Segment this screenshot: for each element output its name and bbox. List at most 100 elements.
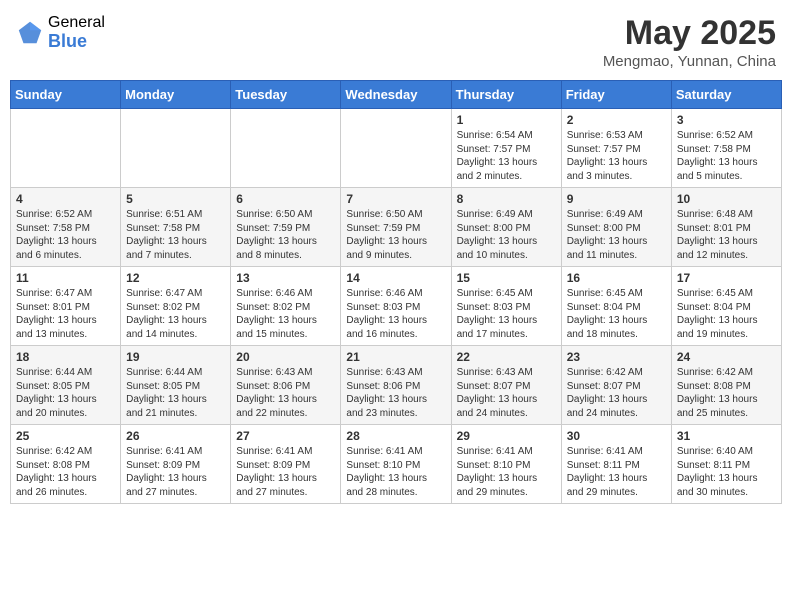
calendar-table: SundayMondayTuesdayWednesdayThursdayFrid…	[10, 80, 782, 504]
day-info: Sunrise: 6:44 AM Sunset: 8:05 PM Dayligh…	[16, 366, 115, 420]
weekday-header-friday: Friday	[561, 81, 671, 109]
day-info: Sunrise: 6:47 AM Sunset: 8:01 PM Dayligh…	[16, 287, 115, 341]
calendar-cell: 4 Sunrise: 6:52 AM Sunset: 7:58 PM Daylig…	[11, 188, 121, 267]
day-number: 7	[346, 192, 445, 206]
day-number: 1	[457, 113, 556, 127]
calendar-cell: 2 Sunrise: 6:53 AM Sunset: 7:57 PM Daylig…	[561, 109, 671, 188]
day-number: 25	[16, 429, 115, 443]
calendar-cell: 13 Sunrise: 6:46 AM Sunset: 8:02 PM Dayli…	[231, 267, 341, 346]
day-number: 24	[677, 350, 776, 364]
calendar-cell: 29 Sunrise: 6:41 AM Sunset: 8:10 PM Dayli…	[451, 425, 561, 504]
calendar-cell: 19Sunrise: 6:44 AM Sunset: 8:05 PM Dayli…	[121, 346, 231, 425]
day-number: 2	[567, 113, 666, 127]
week-row-2: 4 Sunrise: 6:52 AM Sunset: 7:58 PM Daylig…	[11, 188, 782, 267]
day-info: Sunrise: 6:52 AM Sunset: 7:58 PM Dayligh…	[677, 129, 776, 183]
day-number: 10	[677, 192, 776, 206]
calendar-cell: 17 Sunrise: 6:45 AM Sunset: 8:04 PM Dayli…	[671, 267, 781, 346]
day-info: Sunrise: 6:48 AM Sunset: 8:01 PM Dayligh…	[677, 208, 776, 262]
logo-icon	[16, 19, 44, 47]
calendar-cell: 18 Sunrise: 6:44 AM Sunset: 8:05 PM Dayli…	[11, 346, 121, 425]
calendar-cell	[11, 109, 121, 188]
calendar-cell: 28 Sunrise: 6:41 AM Sunset: 8:10 PM Dayli…	[341, 425, 451, 504]
day-number: 4	[16, 192, 115, 206]
weekday-header-tuesday: Tuesday	[231, 81, 341, 109]
calendar-cell: 25 Sunrise: 6:42 AM Sunset: 8:08 PM Dayli…	[11, 425, 121, 504]
day-info: Sunrise: 6:49 AM Sunset: 8:00 PM Dayligh…	[567, 208, 666, 262]
day-number: 21	[346, 350, 445, 364]
week-row-4: 18 Sunrise: 6:44 AM Sunset: 8:05 PM Dayli…	[11, 346, 782, 425]
calendar-cell: 15Sunrise: 6:45 AM Sunset: 8:03 PM Dayli…	[451, 267, 561, 346]
week-row-3: 11 Sunrise: 6:47 AM Sunset: 8:01 PM Dayli…	[11, 267, 782, 346]
day-info: Sunrise: 6:43 AM Sunset: 8:07 PM Dayligh…	[457, 366, 556, 420]
day-info: Sunrise: 6:53 AM Sunset: 7:57 PM Dayligh…	[567, 129, 666, 183]
day-info: Sunrise: 6:42 AM Sunset: 8:07 PM Dayligh…	[567, 366, 666, 420]
day-info: Sunrise: 6:41 AM Sunset: 8:09 PM Dayligh…	[126, 445, 225, 499]
day-number: 18	[16, 350, 115, 364]
logo-text: General Blue	[48, 14, 105, 51]
calendar-cell: 5Sunrise: 6:51 AM Sunset: 7:58 PM Daylig…	[121, 188, 231, 267]
calendar-cell: 22 Sunrise: 6:43 AM Sunset: 8:07 PM Dayli…	[451, 346, 561, 425]
day-info: Sunrise: 6:51 AM Sunset: 7:58 PM Dayligh…	[126, 208, 225, 262]
day-info: Sunrise: 6:52 AM Sunset: 7:58 PM Dayligh…	[16, 208, 115, 262]
day-info: Sunrise: 6:42 AM Sunset: 8:08 PM Dayligh…	[16, 445, 115, 499]
day-number: 22	[457, 350, 556, 364]
day-info: Sunrise: 6:42 AM Sunset: 8:08 PM Dayligh…	[677, 366, 776, 420]
day-info: Sunrise: 6:50 AM Sunset: 7:59 PM Dayligh…	[236, 208, 335, 262]
weekday-header-thursday: Thursday	[451, 81, 561, 109]
calendar-cell: 21 Sunrise: 6:43 AM Sunset: 8:06 PM Dayli…	[341, 346, 451, 425]
calendar-cell: 12 Sunrise: 6:47 AM Sunset: 8:02 PM Dayli…	[121, 267, 231, 346]
calendar-cell	[231, 109, 341, 188]
week-row-5: 25 Sunrise: 6:42 AM Sunset: 8:08 PM Dayli…	[11, 425, 782, 504]
calendar-cell: 27 Sunrise: 6:41 AM Sunset: 8:09 PM Dayli…	[231, 425, 341, 504]
calendar-cell: 24 Sunrise: 6:42 AM Sunset: 8:08 PM Dayli…	[671, 346, 781, 425]
day-info: Sunrise: 6:41 AM Sunset: 8:09 PM Dayligh…	[236, 445, 335, 499]
location: Mengmao, Yunnan, China	[603, 53, 776, 70]
day-number: 15	[457, 271, 556, 285]
logo-blue: Blue	[48, 32, 105, 52]
weekday-header-wednesday: Wednesday	[341, 81, 451, 109]
day-number: 29	[457, 429, 556, 443]
day-info: Sunrise: 6:50 AM Sunset: 7:59 PM Dayligh…	[346, 208, 445, 262]
calendar-cell: 3Sunrise: 6:52 AM Sunset: 7:58 PM Daylig…	[671, 109, 781, 188]
calendar-cell: 31Sunrise: 6:40 AM Sunset: 8:11 PM Dayli…	[671, 425, 781, 504]
day-number: 27	[236, 429, 335, 443]
weekday-header-row: SundayMondayTuesdayWednesdayThursdayFrid…	[11, 81, 782, 109]
weekday-header-sunday: Sunday	[11, 81, 121, 109]
day-number: 13	[236, 271, 335, 285]
day-number: 14	[346, 271, 445, 285]
day-info: Sunrise: 6:47 AM Sunset: 8:02 PM Dayligh…	[126, 287, 225, 341]
day-number: 19	[126, 350, 225, 364]
calendar-cell: 26 Sunrise: 6:41 AM Sunset: 8:09 PM Dayli…	[121, 425, 231, 504]
calendar-cell	[341, 109, 451, 188]
day-info: Sunrise: 6:45 AM Sunset: 8:04 PM Dayligh…	[567, 287, 666, 341]
day-info: Sunrise: 6:46 AM Sunset: 8:03 PM Dayligh…	[346, 287, 445, 341]
day-number: 28	[346, 429, 445, 443]
day-info: Sunrise: 6:45 AM Sunset: 8:04 PM Dayligh…	[677, 287, 776, 341]
day-number: 30	[567, 429, 666, 443]
calendar-cell: 7 Sunrise: 6:50 AM Sunset: 7:59 PM Daylig…	[341, 188, 451, 267]
day-info: Sunrise: 6:43 AM Sunset: 8:06 PM Dayligh…	[346, 366, 445, 420]
page-header: General Blue May 2025 Mengmao, Yunnan, C…	[10, 10, 782, 74]
day-info: Sunrise: 6:41 AM Sunset: 8:10 PM Dayligh…	[457, 445, 556, 499]
day-number: 17	[677, 271, 776, 285]
day-number: 26	[126, 429, 225, 443]
calendar-cell: 30Sunrise: 6:41 AM Sunset: 8:11 PM Dayli…	[561, 425, 671, 504]
day-info: Sunrise: 6:40 AM Sunset: 8:11 PM Dayligh…	[677, 445, 776, 499]
day-info: Sunrise: 6:41 AM Sunset: 8:10 PM Dayligh…	[346, 445, 445, 499]
day-info: Sunrise: 6:54 AM Sunset: 7:57 PM Dayligh…	[457, 129, 556, 183]
logo: General Blue	[16, 14, 105, 51]
month-title: May 2025	[603, 14, 776, 53]
calendar-cell: 1 Sunrise: 6:54 AM Sunset: 7:57 PM Daylig…	[451, 109, 561, 188]
week-row-1: 1 Sunrise: 6:54 AM Sunset: 7:57 PM Daylig…	[11, 109, 782, 188]
day-info: Sunrise: 6:43 AM Sunset: 8:06 PM Dayligh…	[236, 366, 335, 420]
day-number: 20	[236, 350, 335, 364]
day-number: 11	[16, 271, 115, 285]
day-number: 23	[567, 350, 666, 364]
calendar-cell: 14 Sunrise: 6:46 AM Sunset: 8:03 PM Dayli…	[341, 267, 451, 346]
day-info: Sunrise: 6:46 AM Sunset: 8:02 PM Dayligh…	[236, 287, 335, 341]
day-number: 9	[567, 192, 666, 206]
day-number: 12	[126, 271, 225, 285]
title-section: May 2025 Mengmao, Yunnan, China	[603, 14, 776, 70]
day-number: 8	[457, 192, 556, 206]
calendar-cell: 10 Sunrise: 6:48 AM Sunset: 8:01 PM Dayli…	[671, 188, 781, 267]
